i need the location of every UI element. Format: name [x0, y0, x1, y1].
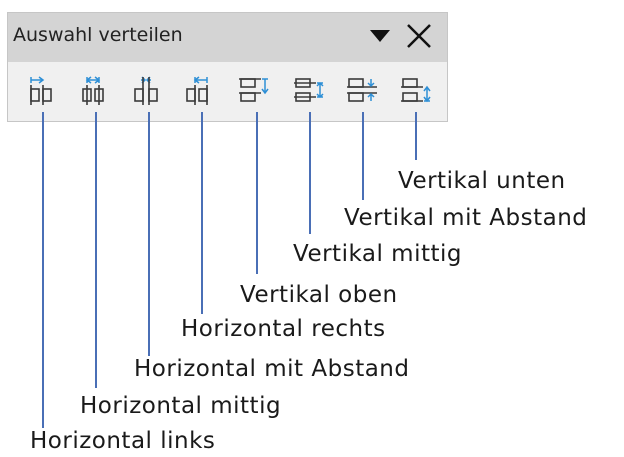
distribute-horizontal-left-icon: [30, 76, 52, 105]
label-horizontal-rechts: Horizontal rechts: [181, 316, 386, 342]
label-horizontal-links: Horizontal links: [30, 428, 216, 454]
leader-line: [148, 112, 150, 356]
distribute-horizontal-right-button[interactable]: [179, 71, 221, 113]
distribute-vertical-center-icon: [294, 78, 324, 102]
label-vertikal-unten: Vertikal unten: [398, 168, 566, 194]
distribute-selection-toolbar: Auswahl verteilen: [7, 12, 448, 122]
label-vertikal-mittig: Vertikal mittig: [293, 241, 462, 267]
distribute-horizontal-left-button[interactable]: [23, 71, 65, 113]
leader-line: [201, 112, 203, 314]
distribute-vertical-bottom-icon: [401, 78, 431, 103]
distribute-vertical-spacing-button[interactable]: [343, 71, 385, 113]
label-vertikal-mit-abstand: Vertikal mit Abstand: [344, 205, 588, 231]
leader-line: [309, 112, 311, 234]
distribute-vertical-bottom-button[interactable]: [397, 71, 439, 113]
label-horizontal-mit-abstand: Horizontal mit Abstand: [134, 356, 410, 382]
leader-line: [415, 112, 417, 160]
distribute-horizontal-center-button[interactable]: [75, 71, 117, 113]
distribute-horizontal-right-icon: [186, 76, 208, 105]
toolbar-titlebar: Auswahl verteilen: [8, 13, 447, 62]
distribute-vertical-spacing-icon: [347, 78, 377, 102]
triangle-down-icon[interactable]: [367, 23, 393, 49]
leader-line: [256, 112, 258, 274]
leader-line: [95, 112, 97, 388]
distribute-horizontal-center-icon: [82, 76, 104, 105]
label-horizontal-mittig: Horizontal mittig: [80, 393, 282, 419]
toolbar-title: Auswahl verteilen: [13, 24, 183, 46]
distribute-vertical-center-button[interactable]: [290, 71, 332, 113]
distribute-vertical-top-icon: [239, 78, 269, 102]
leader-line: [362, 112, 364, 200]
distribute-vertical-top-button[interactable]: [235, 71, 277, 113]
distribute-horizontal-spacing-icon: [134, 76, 158, 105]
leader-line: [42, 112, 44, 428]
distribute-horizontal-spacing-button[interactable]: [127, 71, 169, 113]
close-icon[interactable]: [403, 20, 435, 52]
label-vertikal-oben: Vertikal oben: [240, 282, 398, 308]
